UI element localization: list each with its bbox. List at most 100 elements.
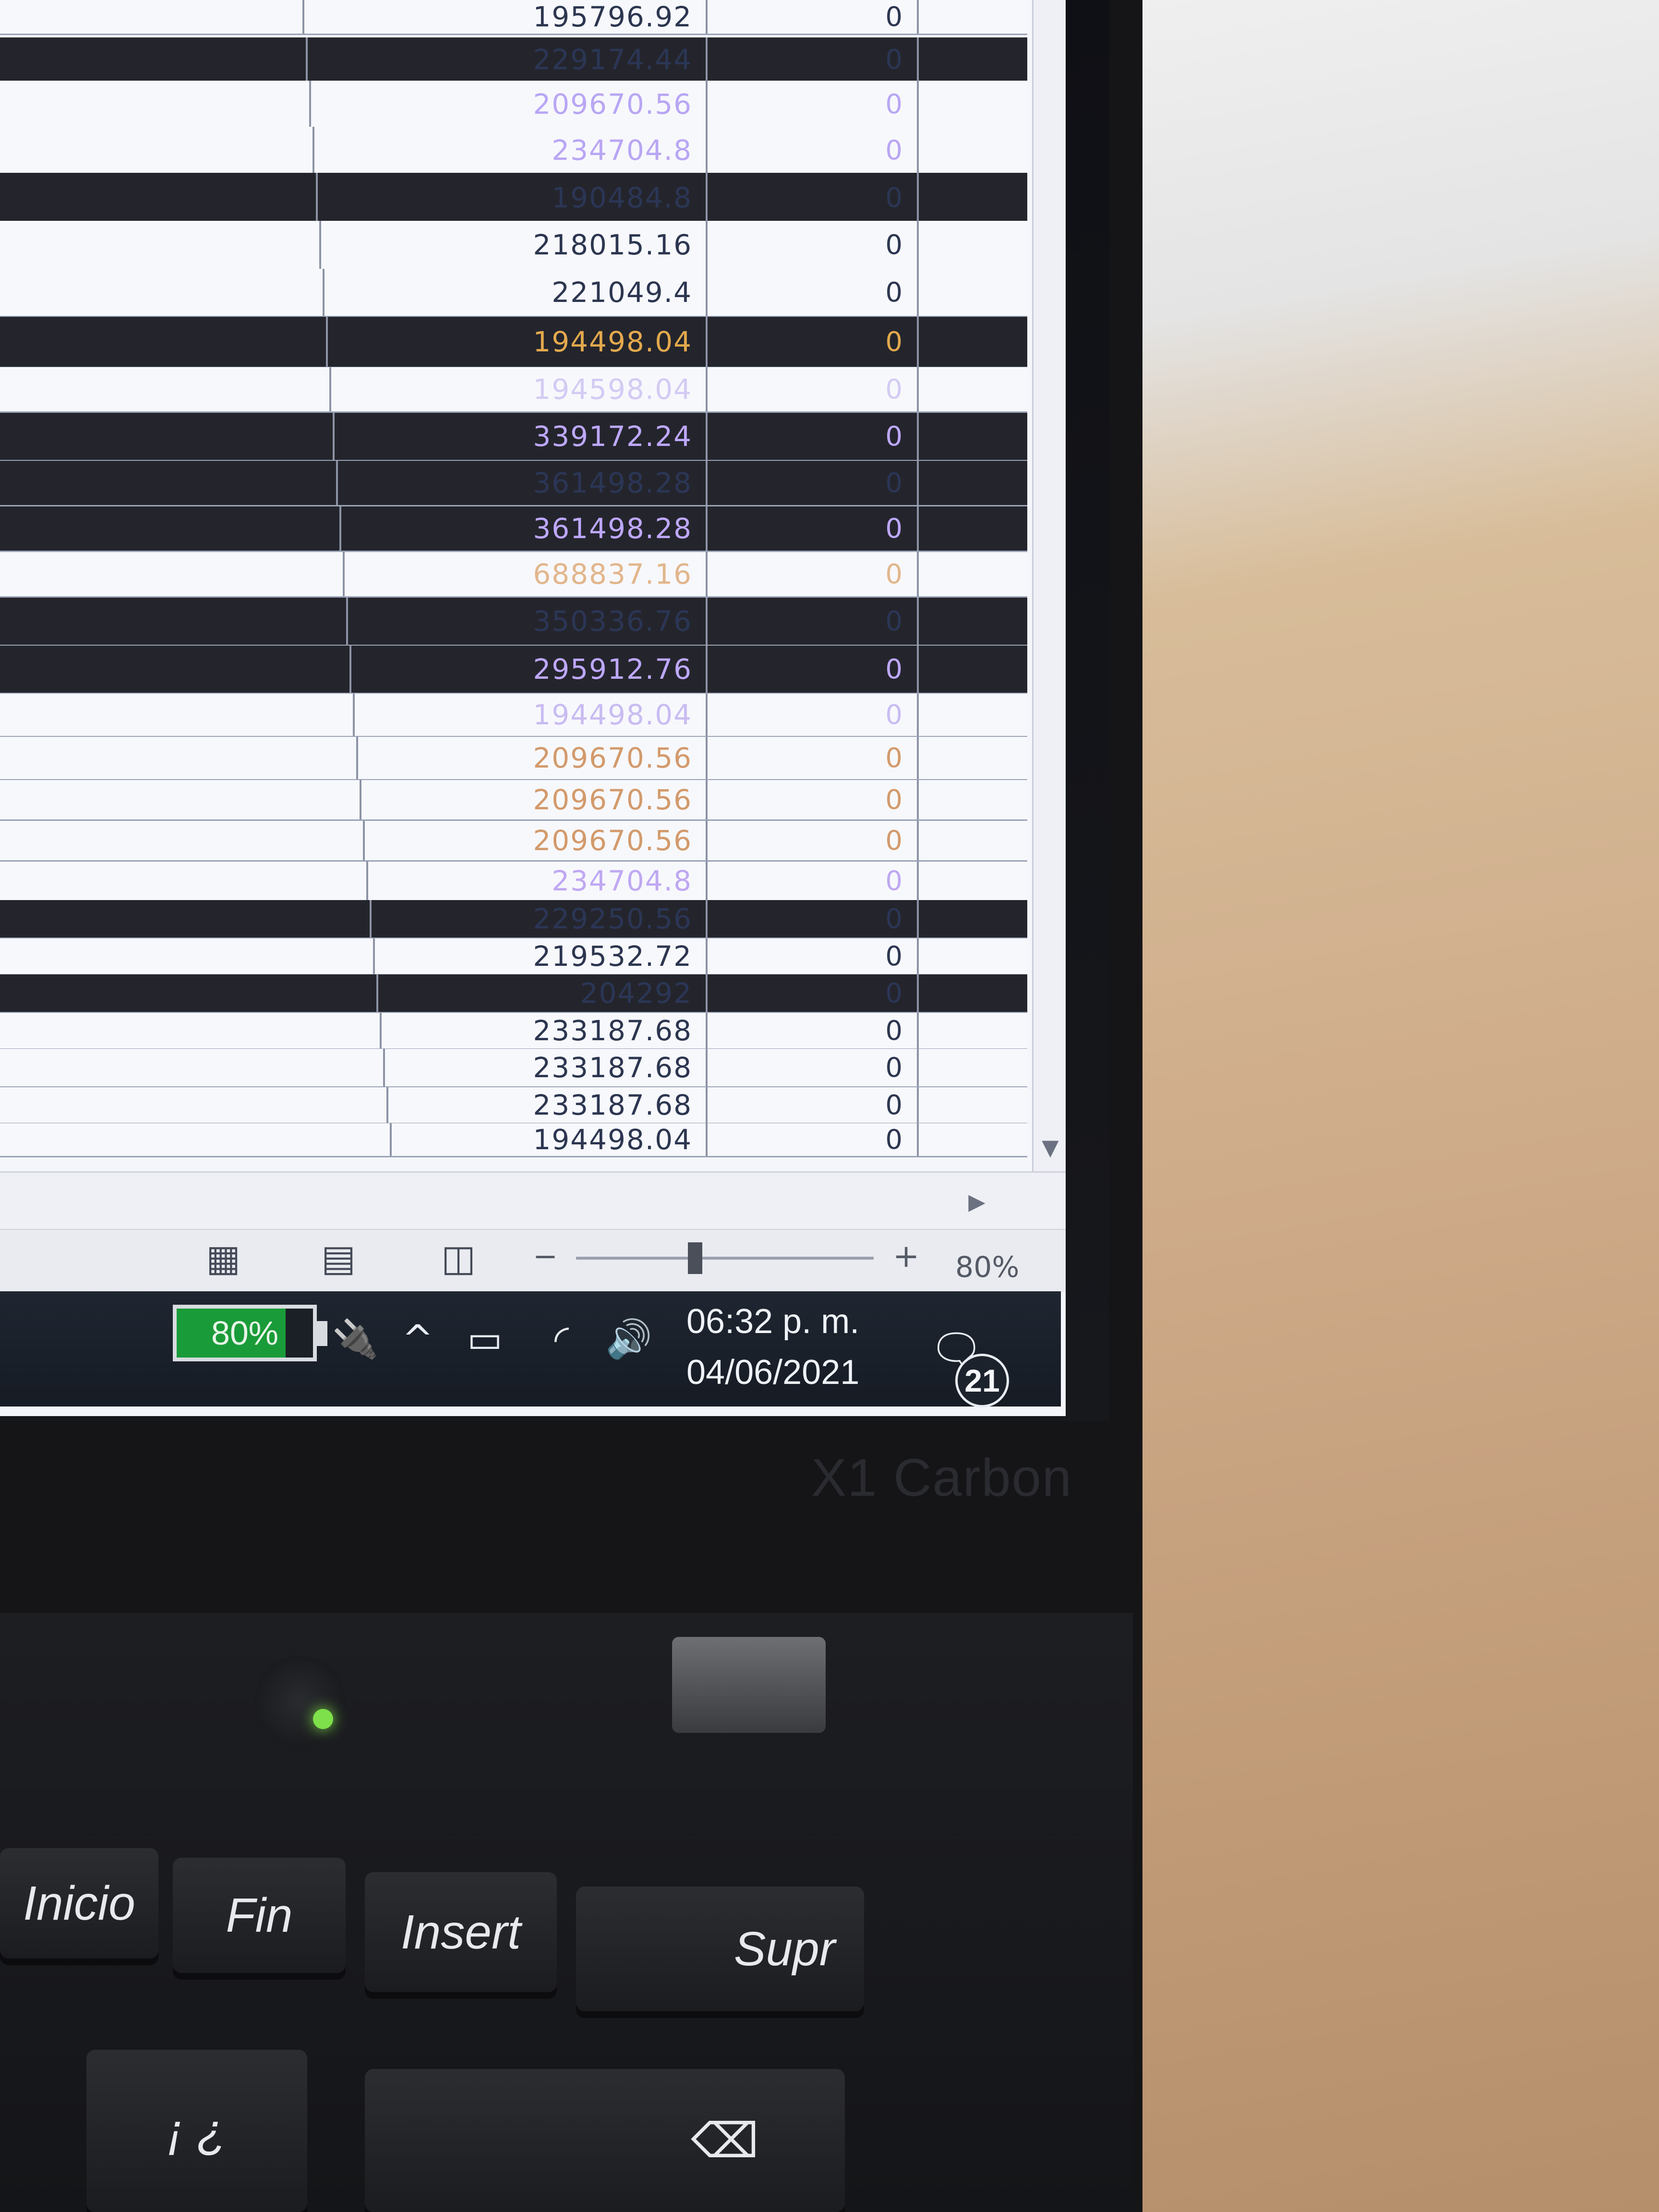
cell-description[interactable] xyxy=(0,0,302,34)
normal-view-icon[interactable]: ▦ xyxy=(202,1236,245,1279)
cell-amount[interactable]: 194598.04 xyxy=(329,367,706,411)
cell-description[interactable] xyxy=(0,269,323,316)
cell-empty[interactable] xyxy=(917,1123,1027,1156)
cell-value[interactable]: 0 xyxy=(706,1013,917,1048)
cell-amount[interactable]: 195796.92 xyxy=(302,0,706,34)
cell-value[interactable]: 0 xyxy=(706,598,917,645)
table-row[interactable]: 209670.56 0 xyxy=(0,821,1027,862)
cell-description[interactable] xyxy=(0,552,343,596)
cell-amount[interactable]: 218015.16 xyxy=(319,221,706,269)
zoom-slider-track[interactable] xyxy=(576,1257,874,1260)
table-row[interactable]: 233187.68 0 xyxy=(0,1087,1027,1124)
cell-empty[interactable] xyxy=(917,598,1027,645)
cell-value[interactable]: 0 xyxy=(706,646,917,693)
table-row[interactable]: 229250.56 0 xyxy=(0,900,1027,939)
table-row[interactable]: 234704.8 0 xyxy=(0,862,1027,902)
cell-description[interactable] xyxy=(0,780,360,819)
table-row[interactable]: 295912.76 0 xyxy=(0,646,1027,694)
key-insert[interactable]: Insert xyxy=(365,1872,557,1992)
cell-value[interactable]: 0 xyxy=(706,900,917,938)
cell-amount[interactable]: 233187.68 xyxy=(383,1049,706,1086)
key-fin[interactable]: Fin xyxy=(173,1858,346,1973)
cell-description[interactable] xyxy=(0,37,306,82)
cell-value[interactable]: 0 xyxy=(706,173,917,223)
table-row[interactable]: 361498.28 0 xyxy=(0,506,1027,552)
cell-description[interactable] xyxy=(0,81,309,128)
cell-empty[interactable] xyxy=(917,173,1027,223)
scroll-down-icon[interactable]: ▼ xyxy=(1034,1128,1066,1166)
table-row[interactable]: 339172.24 0 xyxy=(0,413,1027,461)
key-supr[interactable]: Supr xyxy=(576,1887,864,2011)
cell-amount[interactable]: 361498.28 xyxy=(339,506,706,551)
cell-empty[interactable] xyxy=(917,221,1027,269)
cell-description[interactable] xyxy=(0,367,329,411)
cell-amount[interactable]: 209670.56 xyxy=(360,780,706,819)
table-row[interactable]: 195796.92 0 xyxy=(0,0,1027,35)
cell-empty[interactable] xyxy=(917,127,1027,174)
cell-value[interactable]: 0 xyxy=(706,1049,917,1086)
cell-value[interactable]: 0 xyxy=(706,0,917,34)
wifi-icon[interactable]: ◜ xyxy=(535,1315,588,1363)
cell-empty[interactable] xyxy=(917,974,1027,1012)
cell-empty[interactable] xyxy=(917,317,1027,367)
table-row[interactable]: 221049.4 0 xyxy=(0,269,1027,317)
cell-amount[interactable]: 361498.28 xyxy=(336,461,706,505)
cell-amount[interactable]: 204292 xyxy=(376,974,706,1012)
cell-amount[interactable]: 339172.24 xyxy=(333,413,706,460)
table-row[interactable]: 209670.56 0 xyxy=(0,81,1027,129)
cell-value[interactable]: 0 xyxy=(706,127,917,174)
table-row[interactable]: 194598.04 0 xyxy=(0,367,1027,413)
cell-amount[interactable]: 233187.68 xyxy=(380,1013,706,1048)
cell-description[interactable] xyxy=(0,221,319,269)
cell-description[interactable] xyxy=(0,1123,390,1156)
table-row[interactable]: 204292 0 xyxy=(0,974,1027,1013)
cell-value[interactable]: 0 xyxy=(706,694,917,736)
zoom-out-button[interactable]: − xyxy=(533,1238,558,1274)
cell-value[interactable]: 0 xyxy=(706,1087,917,1123)
table-row[interactable]: 233187.68 0 xyxy=(0,1049,1027,1088)
cell-description[interactable] xyxy=(0,862,366,900)
cell-description[interactable] xyxy=(0,737,356,779)
cell-amount[interactable]: 233187.68 xyxy=(386,1087,706,1123)
cell-amount[interactable]: 190484.8 xyxy=(316,173,706,223)
table-row[interactable]: 361498.28 0 xyxy=(0,461,1027,506)
table-row[interactable]: 209670.56 0 xyxy=(0,780,1027,821)
cell-empty[interactable] xyxy=(917,646,1027,693)
table-row[interactable]: 194498.04 0 xyxy=(0,694,1027,737)
cell-empty[interactable] xyxy=(917,821,1027,860)
zoom-slider-thumb[interactable] xyxy=(688,1242,702,1274)
cell-empty[interactable] xyxy=(917,552,1027,596)
table-row[interactable]: 218015.16 0 xyxy=(0,221,1027,270)
cell-amount[interactable]: 194498.04 xyxy=(353,694,706,736)
table-row[interactable]: 229174.44 0 xyxy=(0,37,1027,83)
cell-description[interactable] xyxy=(0,317,326,367)
cell-description[interactable] xyxy=(0,506,339,551)
cell-amount[interactable]: 209670.56 xyxy=(309,81,706,128)
cell-value[interactable]: 0 xyxy=(706,269,917,316)
cell-value[interactable]: 0 xyxy=(706,974,917,1012)
cell-description[interactable] xyxy=(0,938,373,974)
battery-icon[interactable]: ▭ xyxy=(458,1315,511,1363)
cell-amount[interactable]: 295912.76 xyxy=(349,646,706,693)
zoom-in-button[interactable]: + xyxy=(893,1238,919,1274)
cell-amount[interactable]: 350336.76 xyxy=(346,598,706,645)
clock-time[interactable]: 06:32 p. m. xyxy=(686,1302,859,1341)
chevron-up-icon[interactable]: ^ xyxy=(394,1315,442,1363)
key-inicio[interactable]: Inicio xyxy=(0,1848,158,1959)
table-row[interactable]: 194498.04 0 xyxy=(0,317,1027,368)
cell-empty[interactable] xyxy=(917,0,1027,34)
page-layout-view-icon[interactable]: ▤ xyxy=(317,1236,360,1279)
cell-amount[interactable]: 209670.56 xyxy=(356,737,706,779)
cell-empty[interactable] xyxy=(917,413,1027,460)
table-row[interactable]: 688837.16 0 xyxy=(0,552,1027,598)
cell-description[interactable] xyxy=(0,821,363,860)
cell-amount[interactable]: 688837.16 xyxy=(343,552,706,596)
cell-amount[interactable]: 229250.56 xyxy=(370,900,706,938)
cell-description[interactable] xyxy=(0,413,333,460)
cell-description[interactable] xyxy=(0,598,346,645)
cell-description[interactable] xyxy=(0,173,316,223)
cell-value[interactable]: 0 xyxy=(706,317,917,367)
cell-description[interactable] xyxy=(0,694,353,736)
table-row[interactable]: 233187.68 0 xyxy=(0,1013,1027,1050)
cell-empty[interactable] xyxy=(917,37,1027,82)
